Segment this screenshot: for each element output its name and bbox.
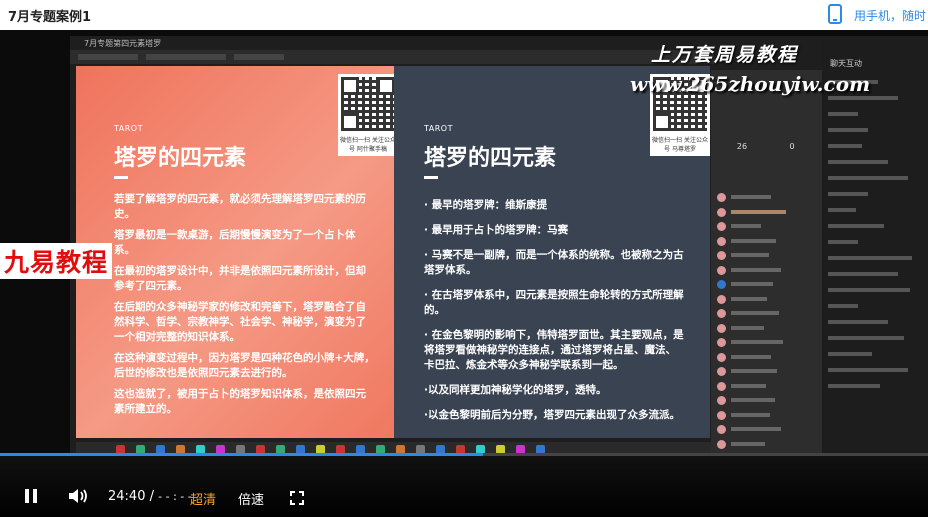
- mobile-watch-link[interactable]: 用手机，随时: [854, 7, 926, 24]
- slide-left-divider: [114, 176, 128, 179]
- speed-button[interactable]: 倍速: [238, 489, 264, 508]
- slide-right-bullet: · 在金色黎明的影响下，伟特塔罗面世。其主要观点，是将塔罗看做神秘学的连接点，通…: [424, 329, 684, 371]
- qr-code-left: [338, 74, 398, 134]
- current-time: 24:40: [108, 489, 146, 504]
- volume-icon[interactable]: [68, 488, 90, 504]
- recording-tab-strip: [70, 50, 714, 64]
- quality-button[interactable]: 超清: [190, 489, 216, 508]
- fullscreen-icon[interactable]: [290, 490, 304, 505]
- slide-right-body: · 最早的塔罗牌：维斯康提 · 最早用于占卜的塔罗牌：马赛 · 马赛不是一副牌，…: [424, 198, 686, 429]
- recorded-member-panel: 26 0: [711, 70, 822, 480]
- slide-left-heading: 塔罗的四元素: [114, 146, 247, 171]
- recorded-chat-panel: 聊天互动: [822, 40, 928, 470]
- slide-right-kicker: TAROT: [424, 124, 453, 133]
- member-list: [711, 190, 822, 451]
- player-controls: [0, 456, 928, 517]
- slide-right-bullet: ·以及同样更加神秘学化的塔罗，透特。: [424, 384, 607, 396]
- slide-left-paragraph: 若要了解塔罗的四元素，就必须先理解塔罗四元素的历史。: [114, 193, 366, 220]
- slide-left-paragraph: 在这种演变过程中，因为塔罗是四种花色的小牌+大牌，后世的修改也是依照四元素去进行…: [114, 352, 375, 379]
- slide-left-panel: TAROT 塔罗的四元素 若要了解塔罗的四元素，就必须先理解塔罗四元素的历史。 …: [76, 66, 398, 438]
- duration: - - : - -: [158, 490, 192, 503]
- slide-left-paragraph: 在最初的塔罗设计中，并非是依照四元素所设计，但却参考了四元素。: [114, 265, 366, 292]
- slide-right-panel: TAROT 塔罗的四元素 · 最早的塔罗牌：维斯康提 · 最早用于占卜的塔罗牌：…: [394, 66, 710, 438]
- watermark-url: www.265zhouyiw.com: [630, 72, 871, 96]
- recording-window-title: 7月专题第四元素塔罗: [84, 39, 162, 48]
- slide-left-paragraph: 在后期的众多神秘学家的修改和完善下，塔罗融合了自然科学、哲学、宗教神学、社会学、…: [114, 301, 366, 343]
- jiuyi-overlay-label: 九易教程: [0, 243, 113, 279]
- presentation-slide: TAROT 塔罗的四元素 若要了解塔罗的四元素，就必须先理解塔罗四元素的历史。 …: [76, 66, 710, 438]
- slide-right-bullet: · 马赛不是一副牌，而是一个体系的统称。也被称之为古塔罗体系。: [424, 249, 684, 276]
- watermark-title: 上万套周易教程: [651, 44, 799, 66]
- page-title: 7月专题案例1: [8, 10, 92, 25]
- slide-right-bullet: · 最早用于占卜的塔罗牌：马赛: [424, 224, 569, 236]
- slide-left-paragraph: 这也造就了，被用于占卜的塔罗知识体系，是依照四元素所建立的。: [114, 388, 366, 415]
- member-count-secondary: 0: [789, 142, 795, 151]
- qr-caption-right: 微信扫一扫 关注公众号 马尊塔罗: [650, 134, 710, 156]
- slide-right-bullet: ·以金色黎明前后为分野，塔罗四元素出现了众多流派。: [424, 409, 680, 421]
- time-separator: /: [149, 489, 154, 504]
- slide-left-body: 若要了解塔罗的四元素，就必须先理解塔罗四元素的历史。 塔罗最初是一款桌游，后期慢…: [114, 192, 376, 423]
- slide-left-kicker: TAROT: [114, 124, 143, 133]
- chat-header: 聊天互动: [830, 59, 862, 68]
- member-count: 26: [736, 142, 748, 151]
- time-display: 24:40 / - - : - -: [108, 489, 192, 504]
- slide-right-divider: [424, 176, 438, 179]
- pause-icon[interactable]: [24, 489, 38, 503]
- slide-right-heading: 塔罗的四元素: [424, 146, 557, 171]
- qr-caption-left: 微信扫一扫 关注公众号 阿什聚手稿: [338, 134, 398, 156]
- slide-right-bullet: · 在古塔罗体系中，四元素是按照生命轮转的方式所理解的。: [424, 289, 684, 316]
- top-bar: 7月专题案例1 用手机，随时: [0, 0, 928, 31]
- slide-right-bullet: · 最早的塔罗牌：维斯康提: [424, 199, 548, 211]
- video-player[interactable]: 7月专题第四元素塔罗 TAROT 塔罗的四元素 若要了解塔罗的四元素，就必须先理…: [0, 30, 928, 517]
- phone-icon[interactable]: [828, 4, 842, 24]
- slide-left-paragraph: 塔罗最初是一款桌游，后期慢慢演变为了一个占卜体系。: [114, 229, 356, 256]
